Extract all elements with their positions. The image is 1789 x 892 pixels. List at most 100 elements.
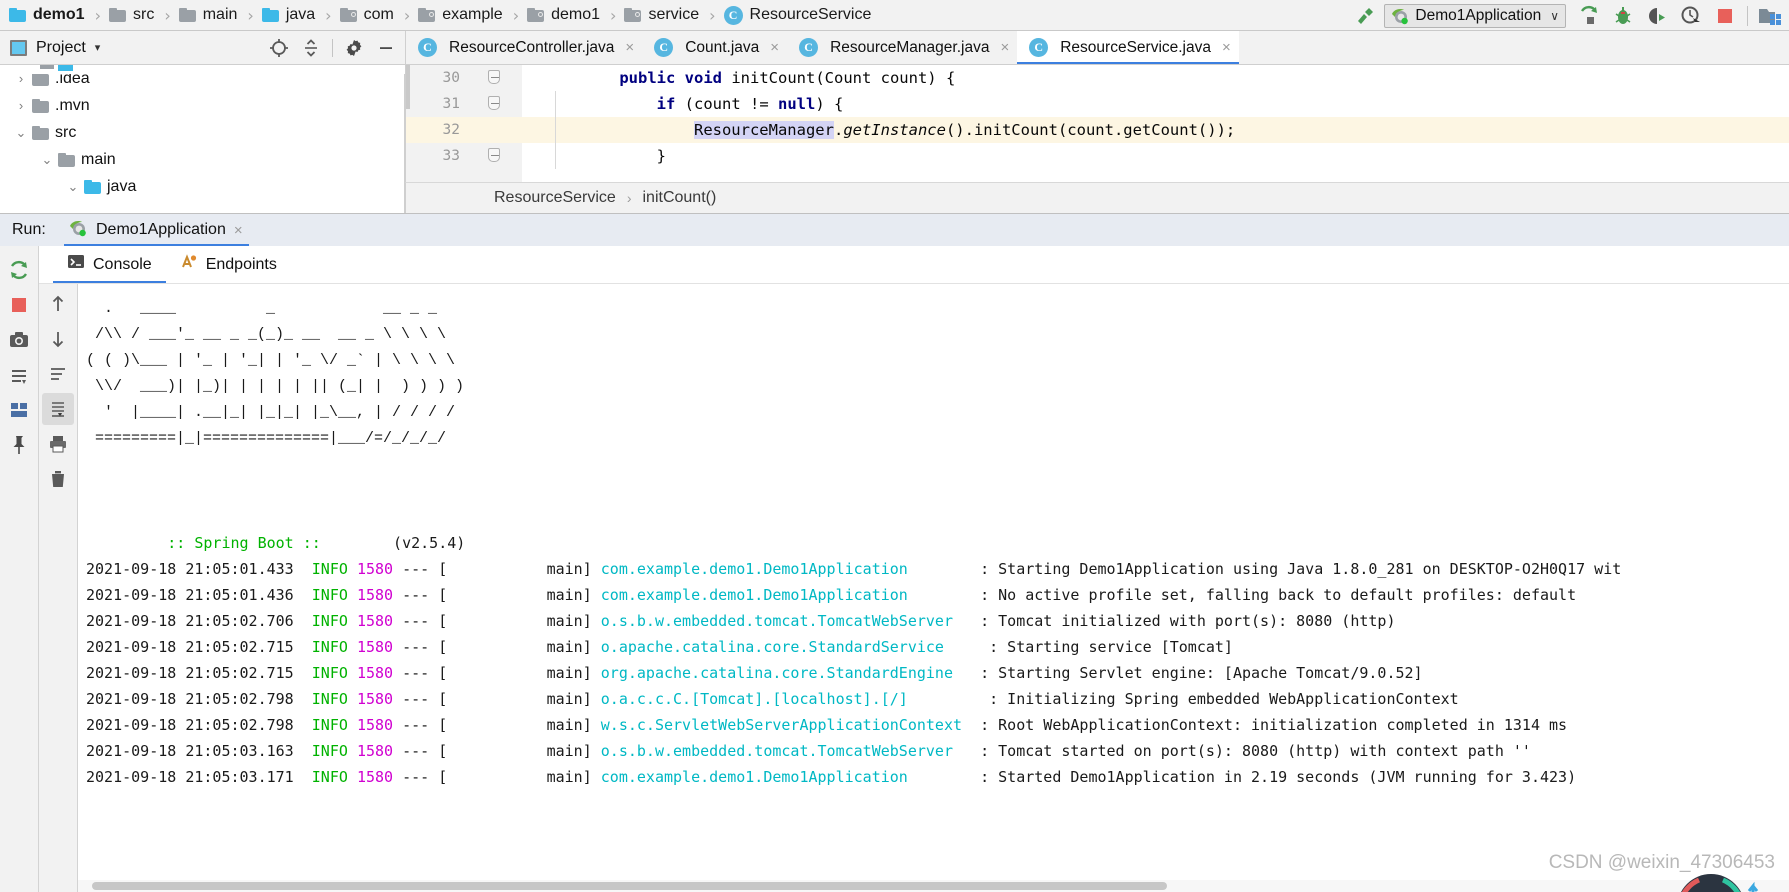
- editor-tab-resourceservice[interactable]: C ResourceService.java ×: [1017, 31, 1239, 64]
- folder-icon: [58, 152, 75, 167]
- log-thread: main]: [447, 716, 592, 734]
- clear-all-icon[interactable]: [42, 463, 74, 495]
- project-tree[interactable]: › .idea › .mvn ⌄ src ⌄ main ⌄ java: [0, 65, 405, 213]
- stop-icon[interactable]: [1708, 0, 1742, 31]
- navigation-bar: demo1 › src › main › java › com › example › demo1 › se…: [0, 0, 1789, 31]
- breadcrumb-item-com[interactable]: com: [337, 0, 399, 30]
- code-text: }: [656, 147, 666, 165]
- log-logger: com.example.demo1.Demo1Application: [600, 586, 908, 604]
- run-configuration-selector[interactable]: Demo1Application ∨: [1384, 3, 1566, 28]
- screenshot-camera-icon[interactable]: [3, 324, 35, 356]
- chevron-down-icon[interactable]: ▾: [95, 41, 101, 54]
- log-level: INFO: [311, 742, 348, 760]
- print-icon[interactable]: [42, 428, 74, 460]
- log-thread: main]: [447, 560, 592, 578]
- chevron-down-icon[interactable]: ⌄: [62, 179, 84, 195]
- tree-node-src[interactable]: ⌄ src: [0, 119, 404, 146]
- chevron-right-icon[interactable]: ›: [10, 98, 32, 113]
- build-hammer-icon[interactable]: [1348, 0, 1382, 31]
- breadcrumb-separator-icon: ›: [94, 5, 101, 25]
- log-timestamp: 2021-09-18 21:05:02.706: [86, 612, 294, 630]
- fold-marker[interactable]: [466, 65, 522, 91]
- console-log-line: 2021-09-18 21:05:01.433 INFO 1580 --- [ …: [86, 556, 1789, 582]
- scroll-up-icon[interactable]: [42, 288, 74, 320]
- log-space: [908, 690, 989, 708]
- tree-node-dot-mvn[interactable]: › .mvn: [0, 92, 404, 119]
- breadcrumb-item-java[interactable]: java: [259, 0, 320, 30]
- log-separator: --- [: [402, 742, 448, 760]
- run-tool-window-body: Console Endpoints . ____ _ __ _ _ /\\ / …: [0, 246, 1789, 892]
- profiler-icon[interactable]: [1674, 0, 1708, 31]
- log-space: [908, 560, 980, 578]
- log-level: INFO: [311, 560, 348, 578]
- breadcrumb-method[interactable]: initCount(): [643, 189, 717, 207]
- code-identifier-selected: ResourceManager: [693, 121, 834, 139]
- hide-tool-window-icon[interactable]: [371, 33, 401, 63]
- stop-icon[interactable]: [3, 289, 35, 321]
- run-icon[interactable]: [1572, 0, 1606, 31]
- log-space: [953, 742, 980, 760]
- close-icon[interactable]: ×: [234, 222, 243, 239]
- pin-icon[interactable]: [3, 429, 35, 461]
- breadcrumb-separator-icon: ›: [403, 5, 411, 25]
- code-method: getInstance: [843, 121, 946, 139]
- log-separator: --- [: [402, 612, 448, 630]
- layout-icon[interactable]: [3, 394, 35, 426]
- tab-console[interactable]: Console: [53, 246, 166, 283]
- breadcrumb-item-example[interactable]: example: [415, 0, 507, 30]
- spring-boot-icon: [68, 219, 88, 242]
- breadcrumb-item-label: src: [132, 6, 155, 23]
- tab-endpoints[interactable]: Endpoints: [166, 246, 291, 283]
- breadcrumb-item-main[interactable]: main: [176, 0, 243, 30]
- debug-icon[interactable]: [1606, 0, 1640, 31]
- tree-node-label: main: [81, 150, 116, 168]
- tree-node-main[interactable]: ⌄ main: [0, 146, 404, 173]
- rerun-icon[interactable]: [3, 254, 35, 286]
- breadcrumb-separator-icon: ›: [610, 5, 617, 25]
- close-icon[interactable]: ×: [1222, 39, 1231, 56]
- log-logger: o.apache.catalina.core.StandardService: [600, 638, 944, 656]
- locate-icon[interactable]: [264, 33, 294, 63]
- log-thread: main]: [447, 586, 592, 604]
- breadcrumb-item-demo1[interactable]: demo1: [524, 0, 605, 30]
- log-level: INFO: [311, 612, 348, 630]
- log-timestamp: 2021-09-18 21:05:02.798: [86, 690, 294, 708]
- scroll-down-icon[interactable]: [42, 323, 74, 355]
- breadcrumb-class[interactable]: ResourceService: [494, 189, 616, 207]
- log-separator: --- [: [402, 716, 448, 734]
- close-icon[interactable]: ×: [1000, 39, 1009, 56]
- line-number: 31: [442, 96, 460, 112]
- editor-breadcrumb: ResourceService › initCount(): [405, 182, 1789, 213]
- project-structure-icon[interactable]: [1753, 0, 1787, 31]
- scrollbar-thumb[interactable]: [92, 882, 1167, 890]
- run-tab-demo1application[interactable]: Demo1Application ×: [60, 214, 253, 247]
- chevron-down-icon[interactable]: ⌄: [10, 125, 32, 141]
- scroll-to-end-icon[interactable]: [42, 393, 74, 425]
- console-horizontal-scrollbar[interactable]: [78, 880, 1789, 892]
- fold-marker[interactable]: [466, 91, 522, 117]
- breadcrumb-item-src[interactable]: src: [106, 0, 159, 30]
- log-message: : Tomcat initialized with port(s): 8080 …: [980, 612, 1396, 630]
- log-message: : Initializing Spring embedded WebApplic…: [989, 690, 1459, 708]
- breadcrumb-item-demo1[interactable]: demo1: [6, 0, 90, 30]
- fold-marker[interactable]: [466, 143, 522, 169]
- collapse-all-icon[interactable]: [296, 33, 326, 63]
- log-timestamp: 2021-09-18 21:05:02.715: [86, 664, 294, 682]
- breadcrumb-item-label: java: [285, 6, 316, 23]
- console-log-lines: 2021-09-18 21:05:01.433 INFO 1580 --- [ …: [86, 556, 1789, 790]
- console-output[interactable]: . ____ _ __ _ _ /\\ / ___'_ __ _ _(_)_ _…: [78, 284, 1789, 892]
- log-message: : Started Demo1Application in 2.19 secon…: [980, 768, 1577, 786]
- run-with-coverage-icon[interactable]: [1640, 0, 1674, 31]
- breadcrumb-item-service[interactable]: service: [621, 0, 704, 30]
- log-timestamp: 2021-09-18 21:05:03.163: [86, 742, 294, 760]
- chevron-down-icon[interactable]: ⌄: [36, 152, 58, 168]
- breadcrumb-item-resourceservice[interactable]: C ResourceService: [721, 0, 877, 30]
- log-level: INFO: [311, 638, 348, 656]
- settings-gear-icon[interactable]: [339, 33, 369, 63]
- thread-dump-icon[interactable]: [3, 359, 35, 391]
- soft-wrap-icon[interactable]: [42, 358, 74, 390]
- tree-node-java[interactable]: ⌄ java: [0, 173, 404, 200]
- project-icon: [10, 39, 27, 56]
- console-log-line: 2021-09-18 21:05:02.706 INFO 1580 --- [ …: [86, 608, 1789, 634]
- run-actions-toolbar: [0, 246, 39, 892]
